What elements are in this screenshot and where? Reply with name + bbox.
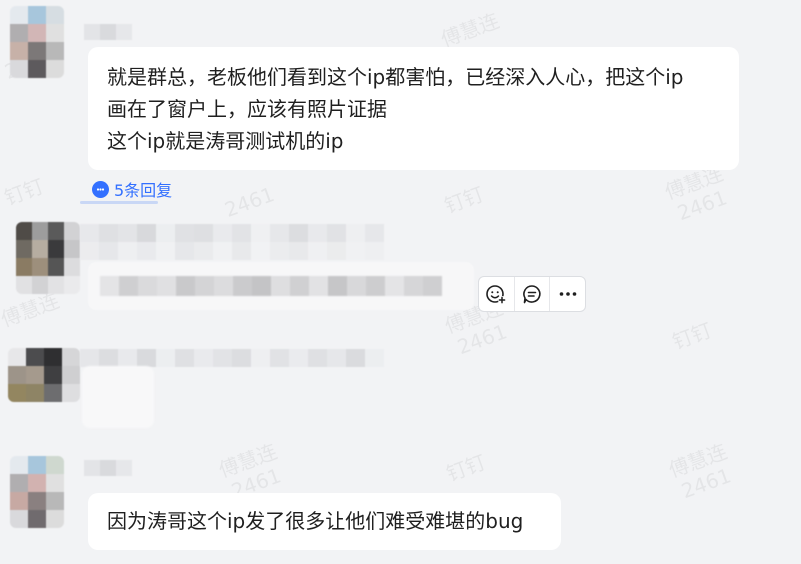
message-bubble[interactable]: 因为涛哥这个ip发了很多让他们难受难堪的bug bbox=[88, 493, 561, 550]
add-reaction-button[interactable] bbox=[479, 277, 514, 311]
watermark: 傅慧连 2461 bbox=[666, 439, 739, 505]
watermark: 钉钉 bbox=[443, 450, 489, 486]
reply-comment-icon bbox=[523, 285, 541, 304]
sender-name bbox=[84, 460, 132, 476]
message-text: 因为涛哥这个ip发了很多让他们难受难堪的bug bbox=[107, 509, 524, 533]
sender-name bbox=[84, 24, 132, 40]
watermark-number: 2461 bbox=[674, 185, 731, 226]
reply-count-label: 5条回复 bbox=[114, 181, 173, 200]
watermark-number: 2461 bbox=[678, 463, 735, 504]
sender-name bbox=[80, 224, 384, 260]
message-bubble[interactable] bbox=[88, 262, 474, 310]
sender-name bbox=[80, 349, 384, 367]
watermark-app: 钉钉 bbox=[669, 317, 715, 355]
avatar[interactable] bbox=[10, 6, 64, 78]
watermark: 钉钉 bbox=[669, 318, 715, 354]
message-text: 就是群总，老板他们看到这个ip都害怕，已经深入人心，把这个ip bbox=[107, 65, 684, 89]
avatar[interactable] bbox=[8, 348, 80, 402]
reply-count-link[interactable]: 5条回复 bbox=[92, 177, 172, 201]
watermark-number: 2461 bbox=[221, 182, 278, 222]
watermark-app: 钉钉 bbox=[443, 449, 489, 487]
pixelated-message-text bbox=[100, 276, 442, 296]
watermark: 傅慧连 2461 bbox=[662, 161, 735, 227]
message-text: 这个ip就是涛哥测试机的ip bbox=[107, 129, 344, 153]
watermark: 2461 bbox=[221, 182, 277, 222]
message-bubble[interactable] bbox=[82, 366, 154, 428]
watermark: 傅慧连 bbox=[438, 8, 503, 51]
watermark-name: 傅慧连 bbox=[215, 439, 281, 483]
watermark: 傅慧连 bbox=[0, 288, 62, 331]
watermark-app: 钉钉 bbox=[1, 173, 47, 211]
watermark-name: 傅慧连 bbox=[665, 439, 731, 483]
avatar[interactable] bbox=[16, 222, 80, 294]
reply-button[interactable] bbox=[513, 277, 550, 311]
message-bubble[interactable]: 就是群总，老板他们看到这个ip都害怕，已经深入人心，把这个ip 画在了窗户上，应… bbox=[88, 47, 739, 170]
watermark-name: 傅慧连 bbox=[437, 8, 503, 52]
more-button[interactable] bbox=[549, 277, 585, 311]
comment-icon bbox=[92, 180, 109, 198]
watermark-number: 2461 bbox=[454, 319, 511, 360]
add-reaction-icon bbox=[486, 285, 507, 304]
watermark-name: 傅慧连 bbox=[0, 288, 63, 332]
more-icon bbox=[559, 292, 576, 296]
message-text: 画在了窗户上，应该有照片证据 bbox=[107, 97, 387, 121]
avatar[interactable] bbox=[10, 456, 64, 528]
reply-underline bbox=[80, 201, 158, 204]
watermark: 钉钉 bbox=[441, 182, 487, 218]
watermark-app: 钉钉 bbox=[441, 181, 487, 219]
watermark: 钉钉 bbox=[1, 174, 47, 210]
message-action-toolbar bbox=[478, 276, 586, 312]
